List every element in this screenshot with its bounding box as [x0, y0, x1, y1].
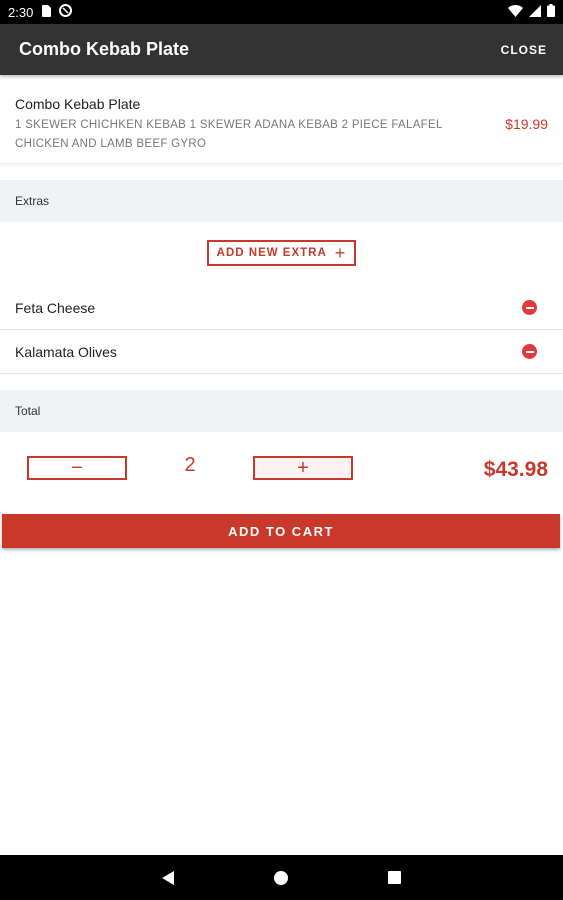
home-icon[interactable] [274, 870, 288, 885]
sim-card-icon [41, 4, 52, 20]
back-icon[interactable] [162, 870, 174, 885]
increase-quantity-button[interactable]: + [253, 456, 353, 480]
status-time: 2:30 [8, 4, 34, 20]
page-title: Combo Kebab Plate [19, 39, 190, 59]
item-description: 1 SKEWER CHICHKEN KEBAB 1 SKEWER ADANA K… [15, 119, 443, 150]
total-heading: Total [15, 404, 41, 418]
quantity-value: 2 [184, 454, 196, 476]
recents-icon[interactable] [388, 871, 401, 884]
extra-label: Kalamata Olives [15, 343, 117, 360]
app-bar: Combo Kebab Plate CLOSE [0, 24, 563, 75]
close-button[interactable]: CLOSE [501, 43, 547, 57]
wifi-icon [508, 4, 523, 20]
signal-icon [529, 4, 541, 20]
decrease-quantity-button[interactable]: − [27, 456, 127, 480]
add-to-cart-button[interactable]: ADD TO CART [2, 514, 560, 548]
extras-heading: Extras [15, 194, 50, 208]
remove-circle-icon[interactable] [522, 344, 537, 359]
extras-section-header: Extras [0, 180, 563, 222]
plus-icon: + [334, 243, 347, 263]
item-price: $19.99 [505, 116, 548, 132]
extra-row-kalamata-olives: Kalamata Olives [0, 330, 563, 374]
item-info: Combo Kebab Plate 1 SKEWER CHICHKEN KEBA… [15, 96, 505, 155]
item-name: Combo Kebab Plate [15, 96, 141, 112]
add-new-extra-label: ADD NEW EXTRA [216, 247, 327, 259]
extra-row-feta-cheese: Feta Cheese [0, 286, 563, 330]
battery-icon [547, 4, 555, 20]
navigation-bar [0, 855, 563, 900]
item-card: Combo Kebab Plate 1 SKEWER CHICHKEN KEBA… [0, 88, 563, 164]
status-bar: 2:30 [0, 0, 563, 24]
total-section-header: Total [0, 390, 563, 432]
add-new-extra-button[interactable]: ADD NEW EXTRA + [207, 240, 356, 266]
data-saver-icon [59, 4, 73, 20]
remove-circle-icon[interactable] [522, 300, 537, 315]
minus-icon: − [71, 456, 83, 479]
extra-label: Feta Cheese [15, 299, 96, 316]
total-price: $43.98 [483, 458, 548, 481]
plus-icon: + [297, 456, 309, 479]
